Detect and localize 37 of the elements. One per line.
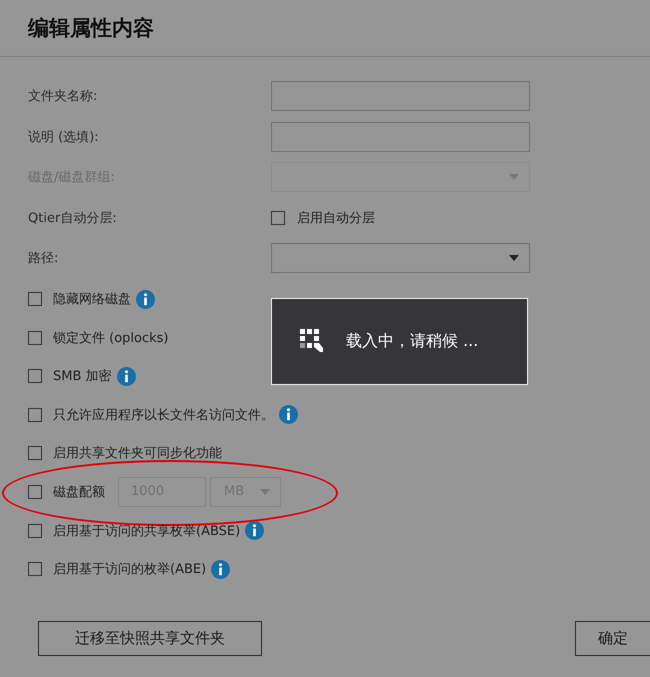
checkbox-label: SMB 加密 (53, 368, 112, 386)
checkbox[interactable] (28, 292, 42, 306)
checkbox-label: 启用基于访问的共享枚举(ABSE) (53, 522, 240, 540)
caret-icon (260, 488, 270, 495)
checkbox-label: 锁定文件 (oplocks) (53, 330, 168, 347)
checkbox[interactable] (28, 562, 42, 576)
checkbox-label: 只允许应用程序以长文件名访问文件。 (53, 406, 274, 424)
checkbox[interactable] (28, 484, 42, 499)
info-icon[interactable] (211, 560, 230, 579)
checkbox[interactable] (28, 446, 42, 460)
info-icon[interactable] (279, 405, 298, 424)
checkbox-label: 启用共享文件夹可同步化功能 (53, 445, 222, 462)
loading-icon (300, 328, 326, 354)
checkbox[interactable] (271, 210, 285, 224)
loading-message: 载入中，请稍候 ... (346, 331, 478, 352)
dialog-title: 编辑属性内容 (28, 15, 154, 42)
field-label: 文件夹名称: (28, 88, 98, 105)
checkbox[interactable] (28, 369, 42, 384)
field-label: 路径: (28, 250, 60, 267)
checkbox[interactable] (28, 524, 42, 538)
info-icon[interactable] (136, 290, 155, 308)
info-icon[interactable] (245, 521, 264, 540)
checkbox-label: 磁盘配额 (53, 484, 105, 501)
button[interactable]: 迁移至快照共享文件夹 (38, 621, 262, 656)
field-label: 说明 (选填): (28, 128, 100, 146)
caret-icon (509, 174, 519, 180)
button[interactable]: 确定 (575, 621, 650, 656)
field-label: Qtier自动分层: (28, 210, 118, 226)
checkbox-label: 启用自动分层 (297, 210, 375, 226)
checkbox-label: 隐藏网络磁盘 (53, 291, 131, 308)
checkbox[interactable] (28, 408, 42, 422)
text-field[interactable] (271, 81, 530, 111)
info-icon[interactable] (116, 366, 136, 386)
caret-icon (509, 255, 519, 261)
checkbox[interactable] (28, 330, 42, 345)
checkbox-label: 启用基于访问的枚举(ABE) (53, 561, 206, 578)
text-field[interactable] (271, 122, 530, 152)
